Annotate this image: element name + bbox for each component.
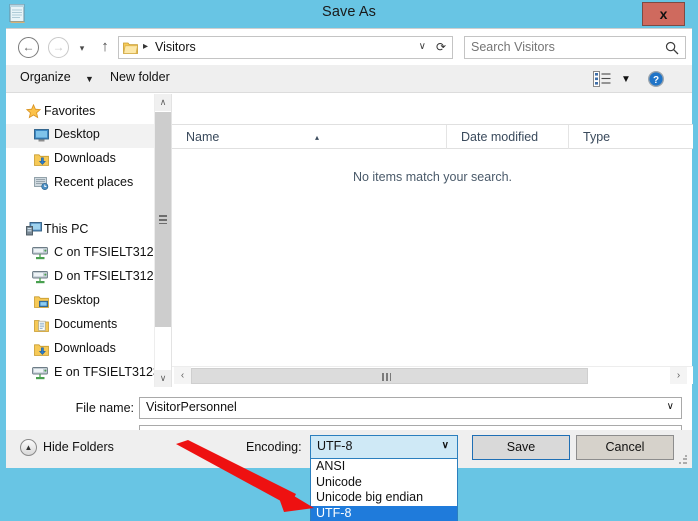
svg-text:?: ?: [653, 75, 659, 86]
column-header-label: Name: [186, 130, 220, 144]
help-icon[interactable]: ?: [647, 70, 665, 88]
encoding-option-unicode-big-endian[interactable]: Unicode big endian: [311, 490, 457, 506]
sidebar-item-label: C on TFSIELT3123: [54, 245, 161, 259]
sidebar-item-drive-c[interactable]: C on TFSIELT3123: [6, 242, 166, 266]
sidebar-item-label: Downloads: [54, 341, 116, 355]
sidebar-item-label: Desktop: [54, 293, 100, 307]
sidebar-item-recent-places[interactable]: Recent places: [6, 172, 166, 196]
resize-grip-icon[interactable]: [678, 455, 688, 465]
sidebar-item-label: Downloads: [54, 151, 116, 165]
refresh-icon[interactable]: ⟳: [436, 40, 446, 54]
sidebar-scrollbar-thumb[interactable]: [155, 112, 171, 327]
file-list-pane[interactable]: Name ▴ Date modified Type No items match…: [171, 94, 693, 387]
dialog-client-area: ← → ▾ ↑ ▸ Visitors ∨ ⟳ Search Visitors O…: [6, 28, 693, 459]
network-drive-icon: [32, 247, 49, 265]
collapse-up-icon: ▲: [20, 439, 37, 456]
folder-icon: [123, 41, 138, 54]
forward-icon[interactable]: →: [48, 37, 69, 58]
desktop-folder-icon: [34, 295, 49, 313]
save-as-dialog-window: Save As x ← → ▾ ↑ ▸ Visitors ∨ ⟳ Search …: [0, 0, 698, 521]
sidebar-item-documents[interactable]: Documents: [6, 314, 166, 338]
sidebar-item-desktop-folder[interactable]: Desktop: [6, 290, 166, 314]
column-header-date-modified[interactable]: Date modified: [447, 125, 569, 149]
navigation-pane: Favorites Desktop Downloads Recent place…: [6, 94, 166, 387]
star-icon: [25, 103, 42, 124]
documents-folder-icon: [34, 319, 49, 337]
sidebar-group-label: This PC: [44, 222, 89, 236]
scroll-left-icon[interactable]: ‹: [174, 367, 191, 384]
sidebar-group-favorites[interactable]: Favorites: [6, 102, 166, 124]
downloads-folder-icon: [34, 153, 49, 171]
sidebar-item-drive-e[interactable]: E on TFSIELT3123: [6, 362, 166, 386]
column-header-row: Name ▴ Date modified Type: [172, 124, 693, 149]
sidebar-item-desktop[interactable]: Desktop: [6, 124, 166, 148]
sort-ascending-icon: ▴: [315, 133, 320, 142]
encoding-option-unicode[interactable]: Unicode: [311, 475, 457, 491]
network-drive-icon: [32, 367, 49, 385]
sidebar-item-label: Desktop: [54, 127, 100, 141]
encoding-selected-value: UTF-8: [317, 439, 353, 453]
titlebar[interactable]: Save As x: [0, 0, 698, 28]
sidebar-item-label: Documents: [54, 317, 118, 331]
close-icon[interactable]: x: [642, 2, 685, 26]
scroll-right-icon[interactable]: ›: [670, 367, 687, 384]
recent-locations-icon[interactable]: ▾: [76, 43, 88, 53]
sidebar-item-label: E on TFSIELT3123: [54, 365, 160, 379]
column-header-type[interactable]: Type: [569, 125, 693, 149]
organize-button[interactable]: Organize: [20, 70, 71, 84]
breadcrumb-path-visitors[interactable]: Visitors: [155, 40, 196, 54]
file-name-input[interactable]: [146, 400, 646, 414]
this-pc-icon: [26, 222, 42, 241]
search-box[interactable]: [464, 36, 686, 59]
empty-list-message: No items match your search.: [352, 170, 513, 184]
hscrollbar-thumb[interactable]: [191, 368, 588, 384]
view-layout-icon[interactable]: [593, 71, 611, 87]
up-one-level-icon[interactable]: ↑: [98, 39, 112, 57]
downloads-folder-icon: [34, 343, 49, 361]
breadcrumb-separator: ▸: [143, 41, 149, 52]
recent-places-icon: [34, 177, 49, 195]
encoding-label: Encoding:: [246, 440, 302, 454]
search-input[interactable]: [471, 40, 656, 54]
chevron-down-icon[interactable]: ∨: [419, 41, 426, 52]
file-name-combobox[interactable]: ∨: [139, 397, 682, 419]
back-icon[interactable]: ←: [18, 37, 39, 58]
encoding-combobox[interactable]: UTF-8 ∨: [310, 435, 458, 459]
file-name-label: File name:: [75, 401, 134, 415]
breadcrumb[interactable]: ▸ Visitors ∨ ⟳: [118, 36, 453, 59]
chevron-down-icon[interactable]: ▼: [621, 74, 631, 85]
encoding-dropdown-list[interactable]: ANSI Unicode Unicode big endian UTF-8: [310, 459, 458, 521]
sidebar-item-label: D on TFSIELT3123: [54, 269, 161, 283]
sidebar-item-drive-d[interactable]: D on TFSIELT3123: [6, 266, 166, 290]
scrollbar-grip-icon: [159, 215, 167, 224]
encoding-option-utf-8[interactable]: UTF-8: [311, 505, 457, 521]
sidebar-group-this-pc[interactable]: This PC: [6, 220, 166, 242]
sidebar-item-label: Recent places: [54, 175, 134, 189]
file-list-horizontal-scrollbar[interactable]: ‹ ›: [172, 366, 693, 384]
save-button[interactable]: Save: [472, 435, 570, 460]
chevron-down-icon[interactable]: ∨: [667, 401, 674, 412]
scroll-up-icon[interactable]: ∧: [155, 94, 171, 111]
sidebar-item-downloads[interactable]: Downloads: [6, 148, 166, 172]
window-title: Save As: [322, 4, 376, 20]
new-folder-button[interactable]: New folder: [110, 70, 170, 84]
desktop-monitor-icon: [34, 129, 49, 147]
column-header-name[interactable]: Name ▴: [172, 125, 447, 149]
scrollbar-grip-icon: [382, 373, 391, 381]
scroll-down-icon[interactable]: ∨: [155, 370, 171, 387]
sidebar-scrollbar[interactable]: ∧ ∨: [154, 94, 171, 387]
command-bar: Organize ▼ New folder ▼ ?: [6, 65, 692, 93]
sidebar-group-label: Favorites: [44, 104, 96, 118]
hide-folders-label: Hide Folders: [43, 440, 114, 454]
encoding-option-ansi[interactable]: ANSI: [311, 459, 457, 475]
navigation-bar: ← → ▾ ↑ ▸ Visitors ∨ ⟳: [6, 29, 692, 65]
chevron-down-icon[interactable]: ▼: [85, 74, 94, 84]
cancel-button[interactable]: Cancel: [576, 435, 674, 460]
sidebar-item-downloads-pc[interactable]: Downloads: [6, 338, 166, 362]
search-icon[interactable]: [665, 41, 679, 55]
network-drive-icon: [32, 271, 49, 289]
chevron-down-icon[interactable]: ∨: [442, 440, 449, 451]
